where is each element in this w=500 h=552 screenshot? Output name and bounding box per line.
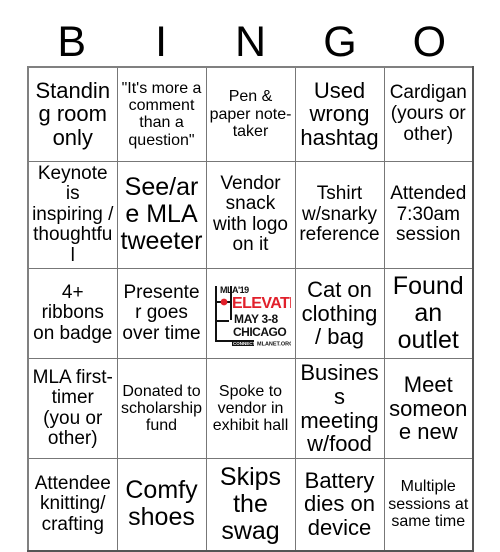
bingo-cell-text: Pen & paper note-taker [209, 88, 292, 140]
bingo-cell-text: Meet someone new [389, 371, 468, 445]
bingo-cell-text: Attendee knitting/ crafting [34, 472, 111, 535]
svg-text:ELEVATE: ELEVATE [232, 295, 291, 312]
bingo-cell[interactable]: Pen & paper note-taker [205, 66, 296, 162]
bingo-header-letter-b: B [57, 18, 87, 66]
bingo-cell[interactable]: Standing room only [27, 66, 118, 162]
bingo-cell[interactable]: Used wrong hashtag [294, 66, 385, 162]
bingo-cell-text: Found an outlet [392, 272, 464, 355]
bingo-cell-text: Vendor snack with logo on it [213, 172, 288, 256]
bingo-free-space-cell[interactable]: MLA'19 ELEVATE MAY 3-8 CHICAGO CONNECT [205, 268, 296, 360]
bingo-cell[interactable]: Presenter goes over time [116, 268, 207, 360]
bingo-cell[interactable]: Attendee knitting/ crafting [27, 458, 118, 552]
bingo-cell[interactable]: Spoke to vendor in exhibit hall [205, 358, 296, 460]
bingo-cell-text: Used wrong hashtag [300, 77, 379, 151]
bingo-cell[interactable]: "It's more a comment than a question" [116, 66, 207, 162]
bingo-grid: Standing room only "It's more a comment … [27, 66, 474, 552]
bingo-cell[interactable]: Found an outlet [383, 268, 474, 360]
conference-logo: MLA'19 ELEVATE MAY 3-8 CHICAGO CONNECT [209, 271, 292, 357]
bingo-cell[interactable]: Meet someone new [383, 358, 474, 460]
bingo-cell[interactable]: Cat on clothing / bag [294, 268, 385, 360]
bingo-cell-text: Multiple sessions at same time [388, 478, 469, 530]
bingo-cell-text: Attended 7:30am session [390, 183, 467, 246]
bingo-cell-text: Tshirt w/snarky reference [299, 183, 380, 246]
bingo-cell-text: Cat on clothing / bag [301, 276, 378, 350]
bingo-cell[interactable]: Multiple sessions at same time [383, 458, 474, 552]
bingo-row: Keynote is inspiring / thoughtful See/ar… [27, 160, 474, 270]
svg-text:CHICAGO: CHICAGO [233, 325, 286, 339]
bingo-cell-text: Spoke to vendor in exhibit hall [212, 382, 289, 435]
bingo-cell[interactable]: Keynote is inspiring / thoughtful [27, 160, 118, 270]
bingo-cell-text: See/are MLA tweeter [120, 173, 203, 256]
bingo-cell-text: "It's more a comment than a question" [121, 79, 202, 149]
bingo-cell-text: 4+ ribbons on badge [33, 281, 113, 344]
bingo-row: Attendee knitting/ crafting Comfy shoes … [27, 458, 474, 552]
bingo-header-letter-n: N [234, 18, 267, 66]
bingo-header-letter-i: I [155, 18, 168, 66]
bingo-cell[interactable]: MLA first-timer (you or other) [27, 358, 118, 460]
bingo-cell[interactable]: Donated to scholarship fund [116, 358, 207, 460]
bingo-cell-text: Skips the swag [219, 462, 282, 545]
bingo-cell-text: Keynote is inspiring / thoughtful [32, 162, 114, 266]
bingo-header: B I N G O [27, 18, 474, 66]
bingo-header-letter-g: G [323, 18, 357, 66]
logo-svg: MLA'19 ELEVATE MAY 3-8 CHICAGO CONNECT [210, 279, 291, 348]
bingo-cell-text: Presenter goes over time [122, 281, 201, 344]
svg-text:MLA'19: MLA'19 [220, 285, 249, 295]
bingo-cell-text: Donated to scholarship fund [121, 382, 202, 435]
bingo-cell-text: Comfy shoes [125, 476, 198, 532]
bingo-cell[interactable]: Tshirt w/snarky reference [294, 160, 385, 270]
bingo-cell[interactable]: Vendor snack with logo on it [205, 160, 296, 270]
svg-text:MAY 3-8: MAY 3-8 [234, 312, 279, 326]
bingo-cell-text: Battery dies on device [304, 467, 375, 541]
bingo-cell-text: Standing room only [35, 77, 111, 151]
bingo-header-letter-o: O [412, 18, 447, 66]
bingo-cell[interactable]: Comfy shoes [116, 458, 207, 552]
bingo-cell[interactable]: Battery dies on device [294, 458, 385, 552]
bingo-cell[interactable]: See/are MLA tweeter [116, 160, 207, 270]
bingo-cell-text: Business meeting w/food [300, 360, 379, 457]
bingo-cell[interactable]: 4+ ribbons on badge [27, 268, 118, 360]
svg-text:MLANET.ORG: MLANET.ORG [257, 341, 291, 347]
bingo-cell[interactable]: Skips the swag [205, 458, 296, 552]
svg-text:CONNECT: CONNECT [233, 341, 256, 346]
mla19-elevate-logo-image: MLA'19 ELEVATE MAY 3-8 CHICAGO CONNECT [210, 279, 291, 348]
bingo-row: MLA first-timer (you or other) Donated t… [27, 358, 474, 460]
bingo-row: Standing room only "It's more a comment … [27, 66, 474, 162]
bingo-cell-text: Cardigan (yours or other) [389, 82, 467, 145]
bingo-cell[interactable]: Attended 7:30am session [383, 160, 474, 270]
bingo-cell[interactable]: Business meeting w/food [294, 358, 385, 460]
bingo-cell-text: MLA first-timer (you or other) [32, 366, 113, 450]
bingo-card: B I N G O Standing room only "It's more … [0, 0, 500, 552]
bingo-row: 4+ ribbons on badge Presenter goes over … [27, 268, 474, 360]
bingo-cell[interactable]: Cardigan (yours or other) [383, 66, 474, 162]
